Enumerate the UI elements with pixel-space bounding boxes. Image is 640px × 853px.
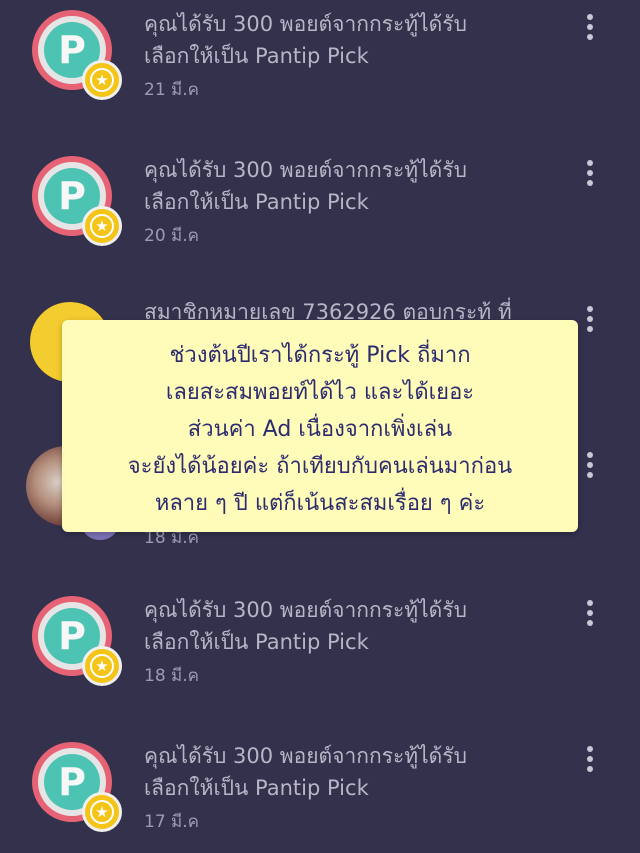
caption-line: จะยังได้น้อยค่ะ ถ้าเทียบกับคนเล่นมาก่อน (127, 454, 513, 479)
caption-overlay: ช่วงต้นปีเราได้กระทู้ Pick ถี่มาก เลยสะส… (62, 320, 578, 532)
more-options-icon[interactable] (582, 306, 598, 336)
star-icon: ★ (82, 646, 122, 686)
notification-text: คุณได้รับ 300 พอยต์จากกระทู้ได้รับ (144, 744, 467, 768)
star-icon: ★ (82, 792, 122, 832)
notification-text: คุณได้รับ 300 พอยต์จากกระทู้ได้รับ (144, 598, 467, 622)
notification-item[interactable]: P ★ คุณได้รับ 300 พอยต์จากกระทู้ได้รับ เ… (0, 146, 640, 292)
more-options-icon[interactable] (582, 160, 598, 190)
notification-item[interactable]: P ★ คุณได้รับ 300 พอยต์จากกระทู้ได้รับ เ… (0, 586, 640, 732)
notification-item[interactable]: P ★ คุณได้รับ 300 พอยต์จากกระทู้ได้รับ เ… (0, 0, 640, 146)
notification-item[interactable]: P ★ คุณได้รับ 300 พอยต์จากกระทู้ได้รับ เ… (0, 732, 640, 853)
more-options-icon[interactable] (582, 452, 598, 482)
notification-text: เลือกให้เป็น Pantip Pick (144, 190, 369, 214)
notification-date: 17 มี.ค (144, 812, 200, 832)
caption-line: ช่วงต้นปีเราได้กระทู้ Pick ถี่มาก (169, 343, 471, 368)
caption-line: เลยสะสมพอยท์ได้ไว และได้เยอะ (165, 380, 475, 405)
caption-line: ส่วนค่า Ad เนื่องจากเพิ่งเล่น (187, 417, 453, 442)
notification-date: 21 มี.ค (144, 80, 200, 100)
more-options-icon[interactable] (582, 746, 598, 776)
notification-text: เลือกให้เป็น Pantip Pick (144, 630, 369, 654)
pantip-pick-badge-icon: P ★ (32, 156, 122, 246)
notification-text: เลือกให้เป็น Pantip Pick (144, 776, 369, 800)
notification-text: คุณได้รับ 300 พอยต์จากกระทู้ได้รับ (144, 158, 467, 182)
pantip-pick-badge-icon: P ★ (32, 596, 122, 686)
star-icon: ★ (82, 206, 122, 246)
notification-text: เลือกให้เป็น Pantip Pick (144, 44, 369, 68)
star-icon: ★ (82, 60, 122, 100)
notification-date: 20 มี.ค (144, 226, 200, 246)
pantip-pick-badge-icon: P ★ (32, 742, 122, 832)
pantip-pick-badge-icon: P ★ (32, 10, 122, 100)
notification-date: 18 มี.ค (144, 666, 200, 686)
more-options-icon[interactable] (582, 14, 598, 44)
more-options-icon[interactable] (582, 600, 598, 630)
notification-text: คุณได้รับ 300 พอยต์จากกระทู้ได้รับ (144, 12, 467, 36)
caption-line: หลาย ๆ ปี แต่ก็เน้นสะสมเรื่อย ๆ ค่ะ (154, 491, 486, 516)
